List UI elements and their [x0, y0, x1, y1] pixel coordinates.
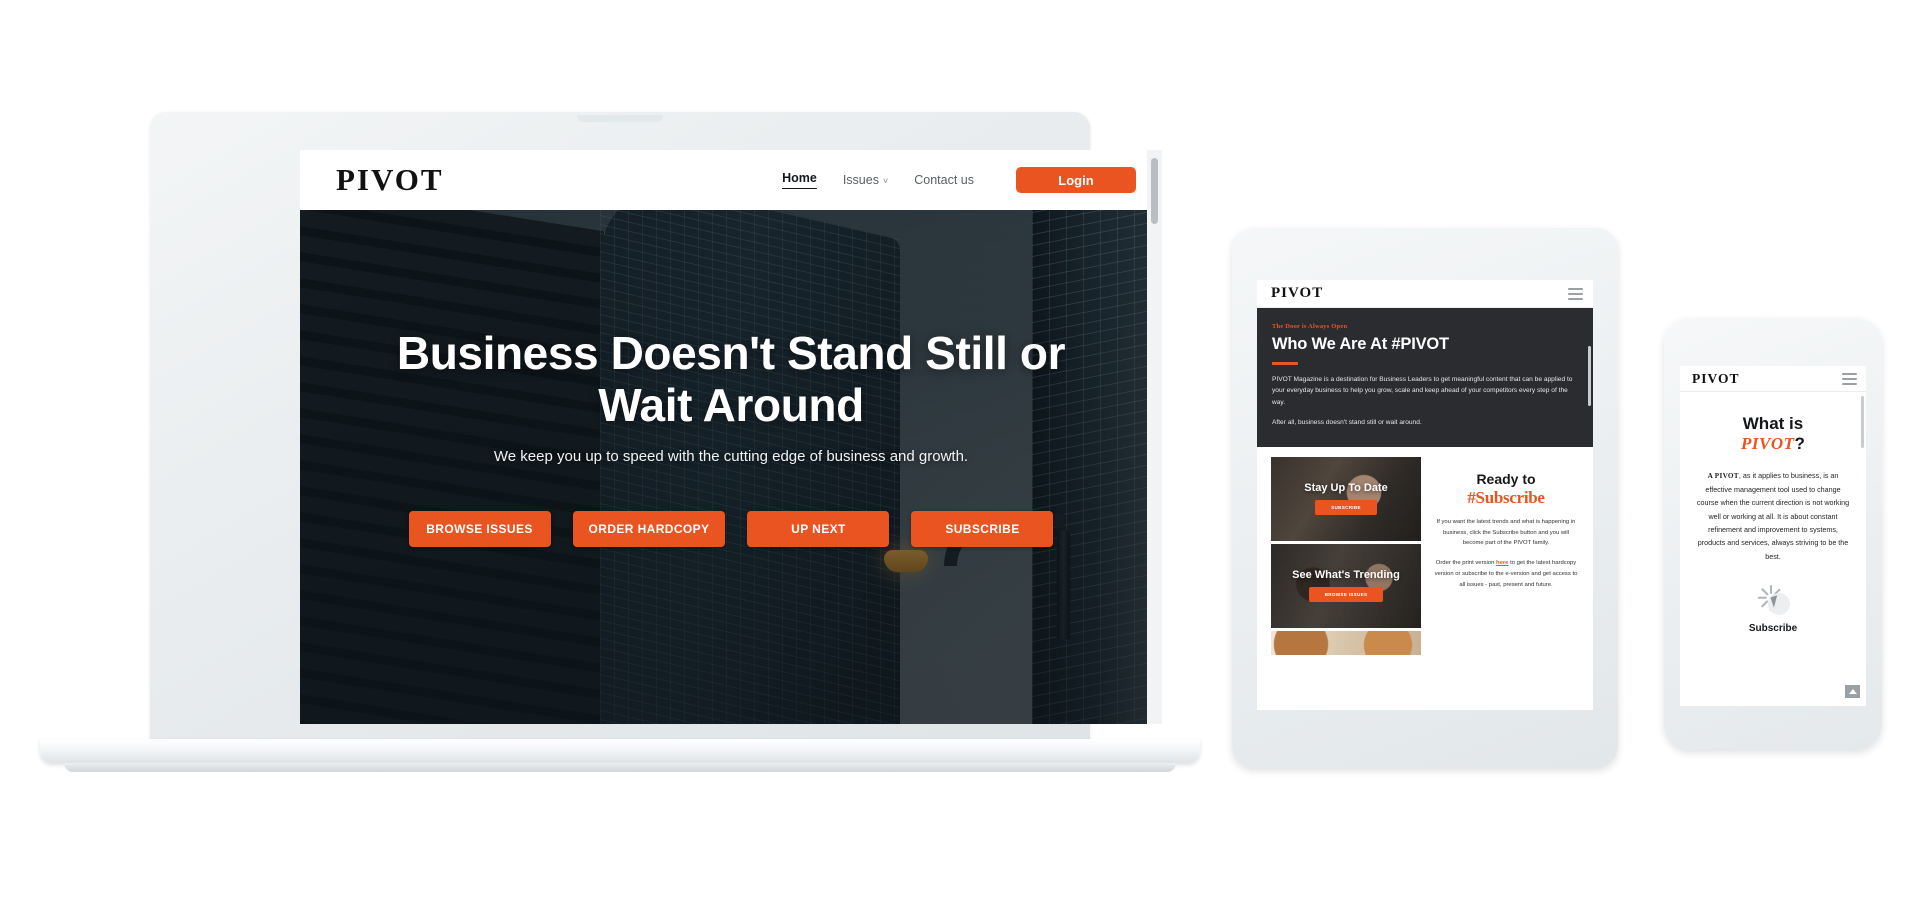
- phone-screen: PIVOT What is PIVOT? A PIVOT, as it appl…: [1680, 366, 1866, 706]
- card-photo: [1271, 630, 1421, 655]
- phone-paragraph-lead: A PIVOT: [1707, 471, 1739, 480]
- click-cursor-icon: [1756, 584, 1790, 615]
- phone-paragraph-rest: , as it applies to business, is an effec…: [1696, 470, 1850, 561]
- feature-card-stay-up-to-date[interactable]: Stay Up To Date SUBSCRIBE: [1271, 456, 1421, 541]
- laptop-scrollbar-track[interactable]: [1147, 150, 1162, 724]
- laptop-lid: PIVOT Home Issues ˅ Contact us Login Bus…: [150, 112, 1162, 752]
- phone-paragraph: A PIVOT, as it applies to business, is a…: [1696, 469, 1850, 563]
- subscribe-paragraph-2-pre: Order the print version: [1435, 560, 1496, 567]
- laptop-site-header: PIVOT Home Issues ˅ Contact us Login: [300, 150, 1162, 210]
- site-logo[interactable]: PIVOT: [336, 162, 444, 198]
- about-section: The Door is Always Open Who We Are At #P…: [1257, 308, 1593, 447]
- tablet-mockup: PIVOT The Door is Always Open Who We Are…: [1232, 228, 1618, 768]
- phone-heading-line2: PIVOT?: [1696, 434, 1850, 454]
- phone-site-header: PIVOT: [1680, 366, 1866, 392]
- subscribe-button[interactable]: SUBSCRIBE: [911, 510, 1054, 547]
- subscribe-heading-line1: Ready to: [1476, 470, 1536, 487]
- accent-rule: [1272, 362, 1298, 365]
- hero-heading: Business Doesn't Stand Still or Wait Aro…: [396, 327, 1066, 431]
- card-browse-issues-button[interactable]: BROWSE ISSUES: [1308, 586, 1384, 602]
- chevron-up-icon: [1848, 689, 1857, 694]
- feature-card-third-partial[interactable]: [1271, 630, 1421, 655]
- hamburger-icon[interactable]: [1842, 372, 1857, 385]
- laptop-base: [40, 739, 1200, 772]
- phone-scrollbar-thumb[interactable]: [1861, 396, 1864, 448]
- browse-issues-button[interactable]: BROWSE ISSUES: [408, 510, 551, 547]
- tablet-site-header: PIVOT: [1257, 280, 1593, 308]
- scroll-to-top-button[interactable]: [1845, 685, 1860, 698]
- card-caption: Stay Up To Date SUBSCRIBE: [1271, 457, 1421, 541]
- responsive-device-mockup-stage: PIVOT Home Issues ˅ Contact us Login Bus…: [0, 0, 1920, 914]
- hamburger-icon[interactable]: [1568, 287, 1583, 300]
- phone-content: What is PIVOT? A PIVOT, as it applies to…: [1680, 392, 1866, 634]
- subscribe-heading-line2: #Subscribe: [1467, 487, 1545, 507]
- order-hardcopy-button[interactable]: ORDER HARDCOPY: [572, 510, 726, 547]
- phone-heading: What is PIVOT?: [1696, 414, 1850, 455]
- about-paragraph-2: After all, business doesn't stand still …: [1272, 419, 1422, 427]
- laptop-scrollbar-thumb[interactable]: [1151, 158, 1158, 224]
- laptop-camera-notch: [577, 115, 663, 122]
- card-title: Stay Up To Date: [1304, 482, 1388, 495]
- up-next-button[interactable]: UP NEXT: [747, 510, 890, 547]
- hero-content: Business Doesn't Stand Still or Wait Aro…: [300, 210, 1162, 547]
- phone-heading-qmark: ?: [1794, 434, 1805, 454]
- nav-item-issues-label: Issues: [842, 173, 879, 187]
- laptop-mockup: PIVOT Home Issues ˅ Contact us Login Bus…: [40, 112, 1200, 772]
- hero-subheading: We keep you up to speed with the cutting…: [493, 447, 969, 465]
- phone-subscribe-label[interactable]: Subscribe: [1696, 623, 1850, 634]
- nav-item-home[interactable]: Home: [782, 171, 817, 189]
- hero-cta-group: BROWSE ISSUES ORDER HARDCOPY UP NEXT SUB…: [300, 510, 1162, 547]
- phone-heading-line1: What is: [1742, 414, 1804, 433]
- login-button[interactable]: Login: [1016, 167, 1136, 193]
- card-caption: See What's Trending BROWSE ISSUES: [1271, 544, 1421, 628]
- site-logo[interactable]: PIVOT: [1271, 285, 1323, 302]
- nav-item-contact-us[interactable]: Contact us: [914, 173, 974, 187]
- about-eyebrow: The Door is Always Open: [1272, 323, 1348, 330]
- card-subscribe-button[interactable]: SUBSCRIBE: [1315, 499, 1377, 515]
- tablet-scrollbar-thumb[interactable]: [1587, 346, 1591, 406]
- laptop-screen: PIVOT Home Issues ˅ Contact us Login Bus…: [300, 150, 1162, 724]
- nav-item-issues[interactable]: Issues ˅: [843, 173, 888, 187]
- subscribe-paragraph-2: Order the print version here to get the …: [1433, 558, 1579, 591]
- tablet-lower-section: Stay Up To Date SUBSCRIBE See What's Tre…: [1257, 447, 1593, 658]
- about-heading: Who We Are At #PIVOT: [1272, 335, 1449, 353]
- hero-section: Business Doesn't Stand Still or Wait Aro…: [300, 210, 1162, 724]
- primary-navigation: Home Issues ˅ Contact us Login: [782, 167, 1136, 193]
- subscribe-paragraph-1: If you want the latest trends and what i…: [1436, 518, 1576, 547]
- card-title: See What's Trending: [1292, 569, 1400, 582]
- chevron-down-icon: ˅: [882, 176, 889, 186]
- about-paragraph-1: PIVOT Magazine is a destination for Busi…: [1272, 375, 1573, 406]
- phone-mockup: PIVOT What is PIVOT? A PIVOT, as it appl…: [1664, 318, 1882, 750]
- site-logo[interactable]: PIVOT: [1692, 371, 1739, 387]
- tablet-screen: PIVOT The Door is Always Open Who We Are…: [1257, 280, 1593, 710]
- feature-card-see-whats-trending[interactable]: See What's Trending BROWSE ISSUES: [1271, 543, 1421, 628]
- feature-card-column: Stay Up To Date SUBSCRIBE See What's Tre…: [1271, 456, 1421, 658]
- order-print-here-link[interactable]: here: [1496, 560, 1508, 566]
- phone-heading-accent: PIVOT: [1741, 434, 1795, 454]
- subscribe-section: Ready to #Subscribe If you want the late…: [1433, 457, 1579, 658]
